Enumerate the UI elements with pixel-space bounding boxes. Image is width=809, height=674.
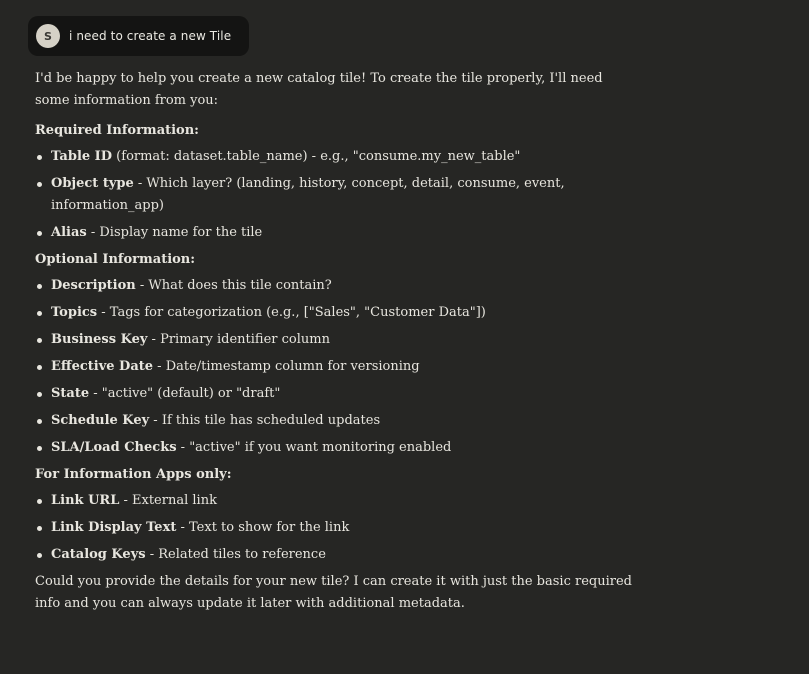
item-term: Link Display Text <box>51 520 177 535</box>
item-desc: - Display name for the tile <box>86 225 263 240</box>
item-desc: - Related tiles to reference <box>145 547 326 562</box>
item-desc: - Text to show for the link <box>176 520 350 535</box>
list-item: Table ID (format: dataset.table_name) - … <box>35 146 635 168</box>
item-term: Object type <box>51 176 134 191</box>
response-intro: I'd be happy to help you create a new ca… <box>35 71 603 108</box>
list-information-apps: Link URL - External link Link Display Te… <box>35 490 635 566</box>
item-desc: - Tags for categorization (e.g., ["Sales… <box>97 305 486 320</box>
item-desc: - What does this tile contain? <box>135 278 332 293</box>
list-item: Alias - Display name for the tile <box>35 222 635 244</box>
user-avatar: S <box>36 24 60 48</box>
section-information-apps: For Information Apps only: Link URL - Ex… <box>35 464 635 566</box>
item-term: Link URL <box>51 493 120 508</box>
list-item: Effective Date - Date/timestamp column f… <box>35 356 635 378</box>
response-closing: Could you provide the details for your n… <box>35 574 632 611</box>
item-term: Schedule Key <box>51 413 150 428</box>
section-optional: Optional Information: Description - What… <box>35 249 635 459</box>
item-term: SLA/Load Checks <box>51 440 177 455</box>
item-term: Alias <box>51 225 87 240</box>
section-heading-information-apps: For Information Apps only: <box>35 467 232 482</box>
item-term: Topics <box>51 305 98 320</box>
list-item: Link URL - External link <box>35 490 635 512</box>
list-item: State - "active" (default) or "draft" <box>35 383 635 405</box>
item-term: Description <box>51 278 136 293</box>
assistant-response: I'd be happy to help you create a new ca… <box>35 68 635 615</box>
item-term: State <box>51 386 90 401</box>
list-required: Table ID (format: dataset.table_name) - … <box>35 146 635 244</box>
section-heading-required: Required Information: <box>35 123 199 138</box>
list-item: SLA/Load Checks - "active" if you want m… <box>35 437 635 459</box>
item-desc: - Date/timestamp column for versioning <box>153 359 420 374</box>
list-item: Schedule Key - If this tile has schedule… <box>35 410 635 432</box>
list-item: Topics - Tags for categorization (e.g., … <box>35 302 635 324</box>
list-item: Business Key - Primary identifier column <box>35 329 635 351</box>
item-term: Effective Date <box>51 359 154 374</box>
user-message-bubble: S i need to create a new Tile <box>28 16 250 56</box>
user-message-text: i need to create a new Tile <box>69 29 232 43</box>
item-desc: - "active" if you want monitoring enable… <box>176 440 452 455</box>
item-term: Business Key <box>51 332 148 347</box>
item-desc: - If this tile has scheduled updates <box>149 413 381 428</box>
list-optional: Description - What does this tile contai… <box>35 275 635 459</box>
list-item: Object type - Which layer? (landing, his… <box>35 173 635 217</box>
item-desc: - External link <box>119 493 217 508</box>
item-term: Table ID <box>51 149 113 164</box>
item-desc: - "active" (default) or "draft" <box>89 386 281 401</box>
item-desc: (format: dataset.table_name) - e.g., "co… <box>112 149 521 164</box>
item-desc: - Primary identifier column <box>147 332 330 347</box>
list-item: Link Display Text - Text to show for the… <box>35 517 635 539</box>
section-required: Required Information: Table ID (format: … <box>35 120 635 244</box>
list-item: Description - What does this tile contai… <box>35 275 635 297</box>
section-heading-optional: Optional Information: <box>35 252 196 267</box>
item-term: Catalog Keys <box>51 547 146 562</box>
list-item: Catalog Keys - Related tiles to referenc… <box>35 544 635 566</box>
